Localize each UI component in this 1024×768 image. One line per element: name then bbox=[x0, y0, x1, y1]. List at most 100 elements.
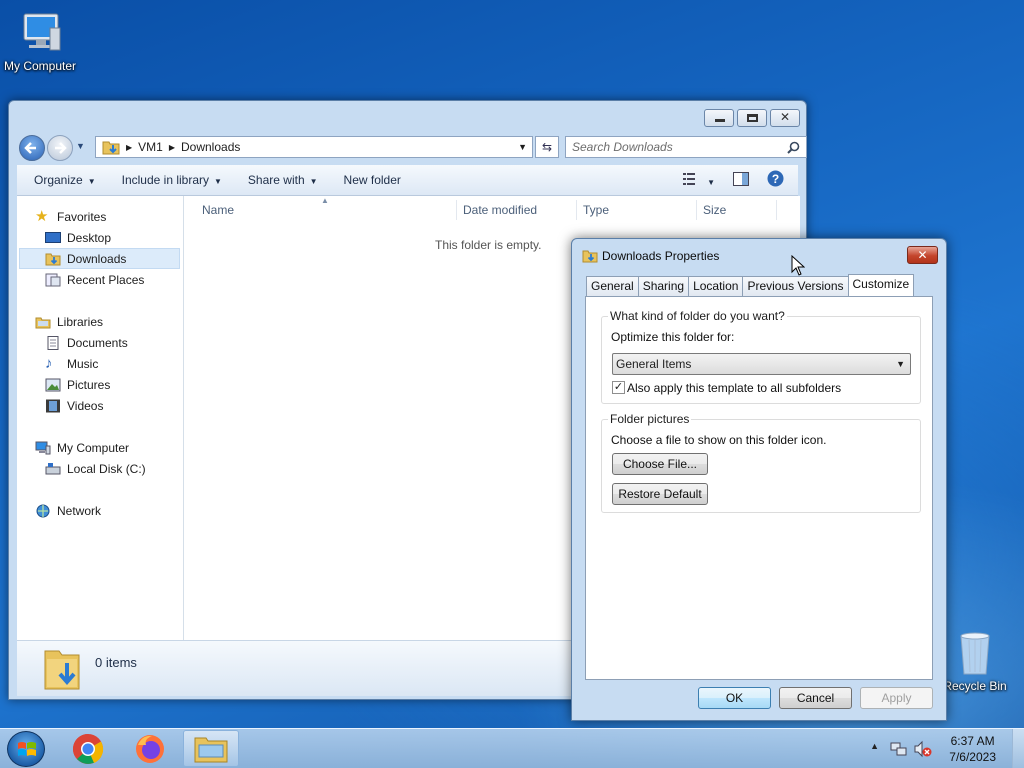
tab-customize[interactable]: Customize bbox=[847, 274, 915, 296]
maximize-button[interactable] bbox=[737, 109, 767, 127]
nav-desktop[interactable]: Desktop bbox=[17, 227, 183, 248]
chevron-down-icon: ▼ bbox=[87, 177, 96, 186]
downloads-folder-icon bbox=[45, 252, 61, 266]
recent-pages-dropdown[interactable]: ▼ bbox=[76, 141, 85, 151]
nav-label: Videos bbox=[67, 398, 104, 413]
tab-previous-versions[interactable]: Previous Versions bbox=[742, 276, 849, 296]
breadcrumb-item[interactable]: VM1 bbox=[138, 140, 163, 154]
clock[interactable]: 6:37 AM 7/6/2023 bbox=[949, 733, 996, 765]
pictures-icon bbox=[45, 378, 61, 392]
minimize-button[interactable] bbox=[704, 109, 734, 127]
back-button[interactable] bbox=[19, 135, 45, 161]
nav-local-disk[interactable]: Local Disk (C:) bbox=[17, 458, 183, 479]
share-with-menu[interactable]: Share with ▼ bbox=[235, 173, 331, 187]
nav-label: Libraries bbox=[57, 314, 104, 329]
organize-menu[interactable]: Organize ▼ bbox=[21, 173, 109, 187]
folder-pictures-group-title: Folder pictures bbox=[608, 412, 692, 426]
desktop-icon-recycle-bin[interactable]: Recycle Bin bbox=[935, 630, 1015, 693]
help-button[interactable]: ? bbox=[759, 170, 798, 190]
minimize-icon bbox=[715, 119, 725, 122]
apply-subfolders-label[interactable]: Also apply this template to all subfolde… bbox=[627, 381, 841, 395]
dialog-close-button[interactable]: ✕ bbox=[907, 246, 938, 264]
close-button[interactable]: ✕ bbox=[770, 109, 800, 127]
include-in-library-menu[interactable]: Include in library ▼ bbox=[109, 173, 235, 187]
chrome-icon bbox=[72, 734, 104, 764]
cancel-button[interactable]: Cancel bbox=[779, 687, 852, 709]
search-icon bbox=[787, 141, 800, 154]
nav-label: My Computer bbox=[57, 440, 130, 455]
nav-label: Downloads bbox=[67, 251, 127, 266]
network-status-icon[interactable] bbox=[890, 740, 908, 758]
restore-icon bbox=[747, 114, 758, 122]
tab-location[interactable]: Location bbox=[688, 276, 744, 296]
include-in-library-label: Include in library bbox=[121, 173, 209, 187]
apply-subfolders-checkbox[interactable]: ✓ bbox=[612, 381, 625, 394]
optimize-select[interactable]: General Items ▼ bbox=[612, 353, 911, 375]
apply-button[interactable]: Apply bbox=[860, 687, 933, 709]
network-icon bbox=[35, 504, 51, 518]
taskbar-explorer[interactable] bbox=[183, 730, 239, 767]
star-icon: ★ bbox=[35, 207, 49, 225]
checkmark-icon: ✓ bbox=[613, 381, 624, 393]
tab-general[interactable]: General bbox=[586, 276, 639, 296]
preview-pane-icon bbox=[733, 171, 749, 186]
folder-kind-group: What kind of folder do you want? Optimiz… bbox=[601, 309, 921, 404]
column-header-date-modified[interactable]: Date modified bbox=[463, 203, 537, 217]
show-desktop-button[interactable] bbox=[1012, 729, 1024, 768]
column-headers: ▲ Name Date modified Type Size bbox=[184, 196, 800, 224]
share-with-label: Share with bbox=[247, 173, 305, 187]
refresh-button[interactable]: ⇆ bbox=[535, 136, 559, 158]
address-bar[interactable]: ▶ VM1 ▶ Downloads ▼ bbox=[95, 136, 533, 158]
show-hidden-icons-button[interactable]: ▲ bbox=[870, 741, 879, 751]
nav-favorites[interactable]: ★ Favorites bbox=[17, 206, 183, 227]
optimize-select-value: General Items bbox=[616, 357, 692, 371]
nav-libraries[interactable]: Libraries bbox=[17, 311, 183, 332]
column-header-name[interactable]: Name bbox=[202, 203, 234, 217]
new-folder-label: New folder bbox=[343, 173, 401, 187]
chevron-down-icon: ▼ bbox=[309, 177, 318, 186]
tab-sharing[interactable]: Sharing bbox=[637, 276, 690, 296]
change-view-button[interactable]: ▼ bbox=[675, 172, 723, 188]
nav-videos[interactable]: Videos bbox=[17, 395, 183, 416]
clock-time: 6:37 AM bbox=[950, 734, 995, 748]
taskbar-firefox[interactable] bbox=[122, 730, 178, 767]
taskbar-chrome[interactable] bbox=[60, 730, 116, 767]
folder-pictures-group: Folder pictures Choose a file to show on… bbox=[601, 412, 921, 513]
column-header-type[interactable]: Type bbox=[583, 203, 609, 217]
window-caption-buttons: ✕ bbox=[704, 109, 800, 127]
choose-file-description: Choose a file to show on this folder ico… bbox=[611, 433, 827, 447]
nav-network[interactable]: Network bbox=[17, 500, 183, 521]
start-button[interactable] bbox=[7, 731, 45, 767]
forward-button[interactable] bbox=[47, 135, 73, 161]
nav-music[interactable]: ♪ Music bbox=[17, 353, 183, 374]
breadcrumb-item[interactable]: Downloads bbox=[181, 140, 240, 154]
properties-dialog: Downloads Properties ✕ General Sharing L… bbox=[571, 238, 947, 721]
empty-folder-message: This folder is empty. bbox=[435, 238, 542, 252]
ok-button[interactable]: OK bbox=[698, 687, 771, 709]
desktop-icon-label: Recycle Bin bbox=[943, 679, 1007, 693]
desktop-icon-my-computer[interactable]: My Computer bbox=[0, 8, 80, 73]
desktop-icon bbox=[45, 231, 61, 245]
nav-label: Pictures bbox=[67, 377, 111, 392]
nav-downloads[interactable]: Downloads bbox=[19, 248, 180, 269]
volume-muted-icon[interactable] bbox=[914, 740, 932, 758]
videos-icon bbox=[45, 399, 61, 413]
nav-my-computer[interactable]: My Computer bbox=[17, 437, 183, 458]
chevron-down-icon: ▼ bbox=[707, 177, 715, 187]
restore-default-button[interactable]: Restore Default bbox=[612, 483, 708, 505]
close-icon: ✕ bbox=[917, 248, 928, 262]
address-dropdown-icon[interactable]: ▼ bbox=[518, 142, 532, 152]
nav-label: Music bbox=[67, 356, 99, 371]
preview-pane-button[interactable] bbox=[723, 171, 759, 189]
nav-recent-places[interactable]: Recent Places bbox=[17, 269, 183, 290]
new-folder-button[interactable]: New folder bbox=[331, 173, 414, 187]
nav-documents[interactable]: Documents bbox=[17, 332, 183, 353]
search-input[interactable]: Search Downloads bbox=[565, 136, 807, 158]
column-header-size[interactable]: Size bbox=[703, 203, 726, 217]
optimize-label: Optimize this folder for: bbox=[611, 330, 735, 344]
choose-file-button[interactable]: Choose File... bbox=[612, 453, 708, 475]
chevron-down-icon: ▼ bbox=[896, 359, 905, 369]
nav-label: Desktop bbox=[67, 230, 112, 245]
nav-pictures[interactable]: Pictures bbox=[17, 374, 183, 395]
computer-icon bbox=[16, 8, 64, 56]
